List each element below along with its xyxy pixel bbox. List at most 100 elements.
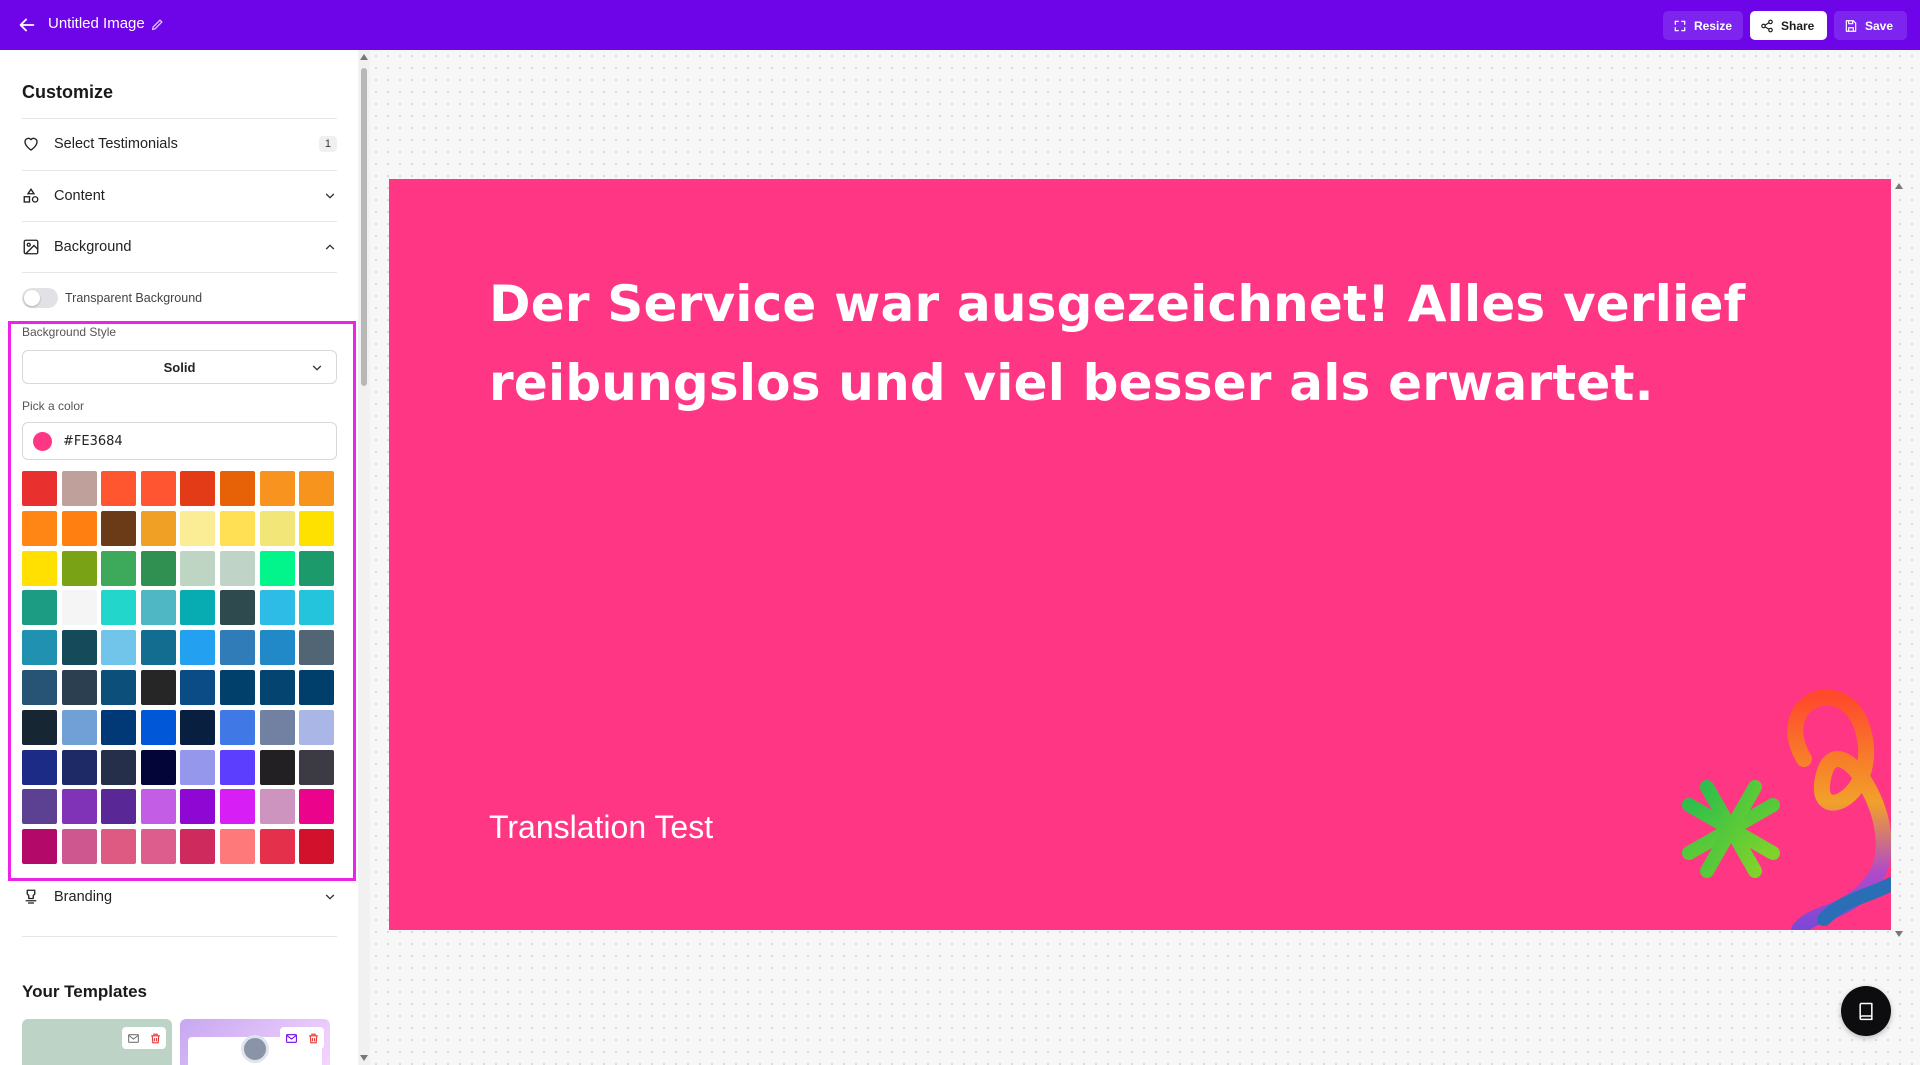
mail-icon[interactable]	[285, 1032, 298, 1045]
color-swatch[interactable]	[140, 550, 176, 586]
color-swatch[interactable]	[219, 709, 255, 745]
color-swatch[interactable]	[180, 789, 216, 825]
color-swatch[interactable]	[219, 669, 255, 705]
scrollbar-thumb[interactable]	[361, 68, 367, 386]
scroll-down-arrow[interactable]	[360, 1055, 368, 1061]
color-swatch[interactable]	[140, 789, 176, 825]
color-swatch[interactable]	[61, 709, 97, 745]
resize-button[interactable]: Resize	[1663, 11, 1743, 40]
color-swatch[interactable]	[219, 789, 255, 825]
color-swatch[interactable]	[22, 550, 57, 586]
color-swatch[interactable]	[299, 630, 335, 666]
color-swatch[interactable]	[22, 590, 57, 626]
color-swatch[interactable]	[180, 630, 216, 666]
color-swatch[interactable]	[259, 590, 295, 626]
color-swatch[interactable]	[61, 829, 97, 865]
color-swatch[interactable]	[180, 590, 216, 626]
color-swatch[interactable]	[22, 709, 57, 745]
color-swatch[interactable]	[259, 630, 295, 666]
share-button[interactable]: Share	[1750, 11, 1827, 40]
color-swatch[interactable]	[101, 789, 137, 825]
color-swatch[interactable]	[180, 550, 216, 586]
color-swatch[interactable]	[61, 749, 97, 785]
mail-icon[interactable]	[127, 1032, 140, 1045]
color-swatch[interactable]	[101, 829, 137, 865]
back-arrow-icon[interactable]	[16, 14, 38, 36]
color-swatch[interactable]	[219, 630, 255, 666]
color-swatch[interactable]	[140, 590, 176, 626]
color-swatch[interactable]	[299, 789, 335, 825]
color-swatch[interactable]	[259, 709, 295, 745]
color-swatch[interactable]	[61, 789, 97, 825]
document-title[interactable]: Untitled Image	[48, 15, 145, 32]
template-thumbnail[interactable]	[22, 1019, 172, 1065]
color-swatch[interactable]	[22, 789, 57, 825]
section-select-testimonials[interactable]: Select Testimonials 1	[22, 132, 337, 156]
color-swatch[interactable]	[299, 471, 335, 506]
color-swatch[interactable]	[101, 630, 137, 666]
help-book-button[interactable]	[1841, 986, 1891, 1036]
color-swatch[interactable]	[259, 510, 295, 546]
section-background[interactable]: Background	[22, 235, 337, 259]
color-swatch[interactable]	[22, 749, 57, 785]
color-hex-input[interactable]: #FE3684	[22, 422, 337, 460]
color-swatch[interactable]	[140, 669, 176, 705]
color-swatch[interactable]	[22, 630, 57, 666]
color-swatch[interactable]	[140, 709, 176, 745]
color-swatch[interactable]	[219, 829, 255, 865]
color-swatch[interactable]	[180, 471, 216, 506]
color-swatch[interactable]	[101, 749, 137, 785]
color-swatch[interactable]	[259, 749, 295, 785]
color-swatch[interactable]	[140, 471, 176, 506]
color-swatch[interactable]	[180, 709, 216, 745]
color-swatch[interactable]	[219, 550, 255, 586]
color-swatch[interactable]	[299, 669, 335, 705]
color-swatch[interactable]	[219, 510, 255, 546]
color-swatch[interactable]	[101, 510, 137, 546]
color-swatch[interactable]	[219, 749, 255, 785]
color-swatch[interactable]	[180, 510, 216, 546]
template-thumbnail[interactable]	[180, 1019, 330, 1065]
color-swatch[interactable]	[61, 590, 97, 626]
save-button[interactable]: Save	[1834, 11, 1907, 40]
color-swatch[interactable]	[101, 590, 137, 626]
color-swatch[interactable]	[61, 669, 97, 705]
section-content[interactable]: Content	[22, 184, 337, 208]
color-swatch[interactable]	[61, 471, 97, 506]
color-swatch[interactable]	[259, 550, 295, 586]
color-swatch[interactable]	[61, 550, 97, 586]
color-swatch[interactable]	[61, 630, 97, 666]
testimonial-author[interactable]: Translation Test	[489, 809, 713, 846]
scroll-down-arrow[interactable]	[1895, 931, 1903, 937]
sidebar-scrollbar[interactable]	[358, 50, 370, 1065]
color-swatch[interactable]	[299, 550, 335, 586]
scroll-up-arrow[interactable]	[1895, 183, 1903, 189]
color-swatch[interactable]	[61, 510, 97, 546]
trash-icon[interactable]	[307, 1032, 320, 1045]
color-swatch[interactable]	[101, 669, 137, 705]
color-swatch[interactable]	[101, 709, 137, 745]
color-swatch[interactable]	[259, 471, 295, 506]
trash-icon[interactable]	[149, 1032, 162, 1045]
color-swatch[interactable]	[259, 829, 295, 865]
color-swatch[interactable]	[180, 749, 216, 785]
color-swatch[interactable]	[299, 510, 335, 546]
scroll-up-arrow[interactable]	[360, 54, 368, 60]
color-swatch[interactable]	[219, 471, 255, 506]
section-branding[interactable]: Branding	[22, 885, 337, 909]
color-swatch[interactable]	[299, 590, 335, 626]
color-swatch[interactable]	[22, 829, 57, 865]
color-swatch[interactable]	[299, 829, 335, 865]
color-swatch[interactable]	[259, 669, 295, 705]
color-swatch[interactable]	[140, 749, 176, 785]
color-swatch[interactable]	[22, 471, 57, 506]
testimonial-artboard[interactable]: Der Service war ausgezeichnet! Alles ver…	[389, 179, 1891, 930]
color-swatch[interactable]	[219, 590, 255, 626]
color-swatch[interactable]	[22, 510, 57, 546]
color-swatch[interactable]	[180, 669, 216, 705]
testimonial-quote[interactable]: Der Service war ausgezeichnet! Alles ver…	[489, 265, 1749, 423]
color-swatch[interactable]	[101, 550, 137, 586]
pencil-icon[interactable]	[150, 17, 165, 32]
color-swatch[interactable]	[140, 510, 176, 546]
color-swatch[interactable]	[180, 829, 216, 865]
